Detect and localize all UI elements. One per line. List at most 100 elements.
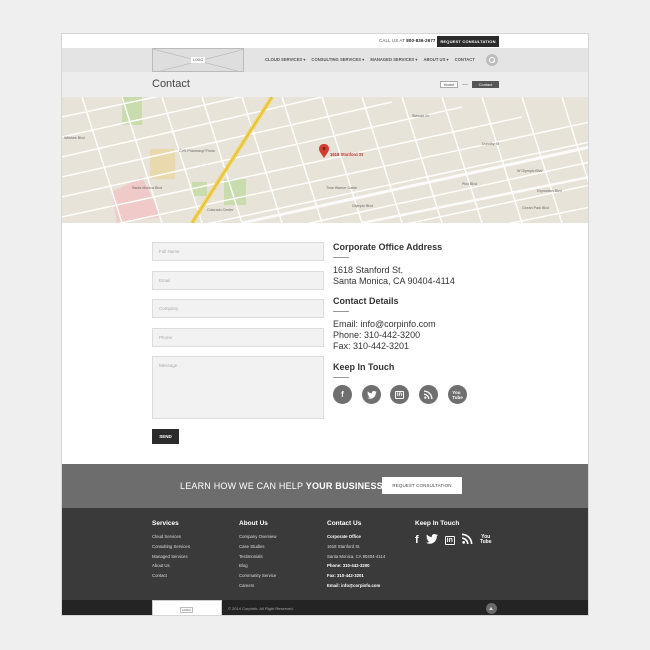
email-field[interactable]: Email xyxy=(152,271,324,290)
footer-keep-heading: Keep In Touch xyxy=(415,520,460,527)
footer-link[interactable]: Testimonials xyxy=(239,552,277,562)
footer-about: About Us Company Overview Case Studies T… xyxy=(239,520,277,591)
main-nav: LOGO CLOUD SERVICES ▾ CONSULTING SERVICE… xyxy=(62,48,588,72)
footer-link[interactable]: Contact xyxy=(152,571,190,581)
breadcrumb-home[interactable]: Home xyxy=(440,81,458,88)
message-field[interactable]: Message xyxy=(152,356,324,419)
footer-office: Corporate Office xyxy=(327,534,361,539)
cta-text: LEARN HOW WE CAN HELP YOUR BUSINESS xyxy=(180,481,383,491)
logo[interactable]: LOGO xyxy=(152,48,244,72)
divider xyxy=(333,257,349,258)
nav-item-cloud-services[interactable]: CLOUD SERVICES ▾ xyxy=(265,57,305,62)
map-label: W Olympic Blvd xyxy=(517,169,542,173)
cta-band: LEARN HOW WE CAN HELP YOUR BUSINESS REQU… xyxy=(62,464,588,508)
footer-contact-heading: Contact Us xyxy=(327,520,362,527)
company-field[interactable]: Company xyxy=(152,299,324,318)
request-consultation-button[interactable]: REQUEST CONSULTATION xyxy=(437,36,499,47)
title-band: Contact Home Contact xyxy=(62,72,588,97)
breadcrumb-separator xyxy=(462,84,468,85)
utility-bar: CALL US AT 800-836-2677 REQUEST CONSULTA… xyxy=(62,34,588,48)
map-label: Santa Monica Blvd xyxy=(132,186,162,190)
back-to-top-icon[interactable] xyxy=(486,603,497,614)
map-label: Exposition Blvd xyxy=(537,189,562,193)
address-line1: 1618 Stanford St. xyxy=(333,265,404,275)
send-button[interactable]: SEND xyxy=(152,429,179,444)
map-label: CVS Pharmacy/ Photo xyxy=(179,149,215,153)
footer-link[interactable]: Consulting Services xyxy=(152,542,190,552)
address-line2: Santa Monica, CA 90404-4114 xyxy=(333,276,455,286)
keep-in-touch-heading: Keep In Touch xyxy=(333,362,395,372)
map-label: Stewart St xyxy=(412,114,429,118)
map-label: Wilshire Blvd xyxy=(64,136,85,140)
phone-number[interactable]: 800-836-2677 xyxy=(406,38,435,43)
search-icon[interactable] xyxy=(486,54,498,66)
phone-field[interactable]: Phone xyxy=(152,328,324,347)
footer-services-heading: Services xyxy=(152,520,179,527)
footer-link[interactable]: Case Studies xyxy=(239,542,277,552)
nav-item-about-us[interactable]: ABOUT US ▾ xyxy=(424,57,449,62)
footer-email[interactable]: Email: info@corpinfo.com xyxy=(327,581,385,591)
rss-icon[interactable] xyxy=(461,533,473,547)
footer-contact: Contact Us Corporate Office 1618 Stanfor… xyxy=(327,520,385,591)
page-title: Contact xyxy=(152,78,190,90)
footer-link[interactable]: Managed Services xyxy=(152,552,190,562)
nav-menu: CLOUD SERVICES ▾ CONSULTING SERVICES ▾ M… xyxy=(265,57,475,62)
nav-item-consulting-services[interactable]: CONSULTING SERVICES ▾ xyxy=(311,57,364,62)
contact-page: CALL US AT 800-836-2677 REQUEST CONSULTA… xyxy=(61,33,589,616)
full-name-field[interactable]: Full Name xyxy=(152,242,324,261)
footer-fax: Fax: 310-442-3201 xyxy=(327,573,364,579)
details-heading: Contact Details xyxy=(333,296,399,306)
footer-logo[interactable]: LOGO xyxy=(152,600,222,615)
bottom-bar: LOGO © 2014 CorpInfo. All Right Reserved… xyxy=(62,600,588,615)
footer-link[interactable]: Blog xyxy=(239,561,277,571)
footer-link[interactable]: Community Service xyxy=(239,571,277,581)
breadcrumb-current: Contact xyxy=(472,81,499,88)
facebook-icon[interactable]: f xyxy=(333,385,352,404)
footer-address-line2: Santa Monica, CA 90404-4114 xyxy=(327,553,386,559)
map-label: Pico Blvd xyxy=(462,182,477,186)
footer-logo-text: LOGO xyxy=(180,607,193,613)
facebook-icon[interactable]: f xyxy=(415,534,419,546)
divider xyxy=(333,311,349,312)
map-pin-label: 1618 Stanford St xyxy=(330,152,364,157)
map-label: Dorothy St xyxy=(482,142,499,146)
nav-item-contact[interactable]: CONTACT xyxy=(455,57,475,62)
cta-text-plain: LEARN HOW WE CAN HELP xyxy=(180,481,306,491)
copyright: © 2014 CorpInfo. All Right Reserved. xyxy=(228,606,294,611)
office-heading: Corporate Office Address xyxy=(333,242,443,252)
nav-item-managed-services[interactable]: MANAGED SERVICES ▾ xyxy=(370,57,417,62)
linkedin-icon[interactable]: in xyxy=(444,535,455,545)
footer-keep-in-touch: Keep In Touch xyxy=(415,520,459,532)
footer-address-line1: 1618 Stanford St. xyxy=(327,543,361,549)
linkedin-icon[interactable]: in xyxy=(390,385,409,404)
map-label: Olympic Blvd xyxy=(352,204,373,208)
youtube-icon[interactable]: You Tube xyxy=(480,535,492,545)
map-label: Ocean Park Blvd xyxy=(522,206,549,210)
footer: Services Cloud Services Consulting Servi… xyxy=(62,508,588,600)
footer-about-heading: About Us xyxy=(239,520,268,527)
footer-phone: Phone: 310-442-3200 xyxy=(327,563,370,569)
footer-link[interactable]: Cloud Services xyxy=(152,532,190,542)
cta-text-bold: YOUR BUSINESS xyxy=(305,481,383,491)
footer-services: Services Cloud Services Consulting Servi… xyxy=(152,520,190,581)
footer-link[interactable]: About Us xyxy=(152,561,190,571)
footer-link[interactable]: Careers xyxy=(239,581,277,591)
cta-request-consultation-button[interactable]: REQUEST CONSULTATION xyxy=(382,477,462,494)
divider xyxy=(333,377,349,378)
twitter-icon[interactable] xyxy=(362,385,381,404)
contact-fax: Fax: 310-442-3201 xyxy=(333,341,410,351)
call-label: CALL US AT xyxy=(379,38,405,43)
youtube-icon[interactable]: You Tube xyxy=(448,385,467,404)
twitter-icon[interactable] xyxy=(425,533,438,547)
logo-text: LOGO xyxy=(191,57,206,63)
contact-email[interactable]: Email: info@corpinfo.com xyxy=(333,319,436,330)
location-map[interactable]: 1618 Stanford St CVS Pharmacy/ Photo Oly… xyxy=(62,97,588,223)
footer-link[interactable]: Company Overview xyxy=(239,532,277,542)
footer-social-icons: f in You Tube xyxy=(415,533,491,547)
contact-phone[interactable]: Phone: 310-442-3200 xyxy=(333,330,420,341)
rss-icon[interactable] xyxy=(419,385,438,404)
map-label: Colorado Center xyxy=(207,208,234,212)
call-us: CALL US AT 800-836-2677 xyxy=(379,38,436,43)
map-label: Time Warner Cable xyxy=(326,186,357,190)
map-graphic: 1618 Stanford St CVS Pharmacy/ Photo Oly… xyxy=(62,97,588,223)
